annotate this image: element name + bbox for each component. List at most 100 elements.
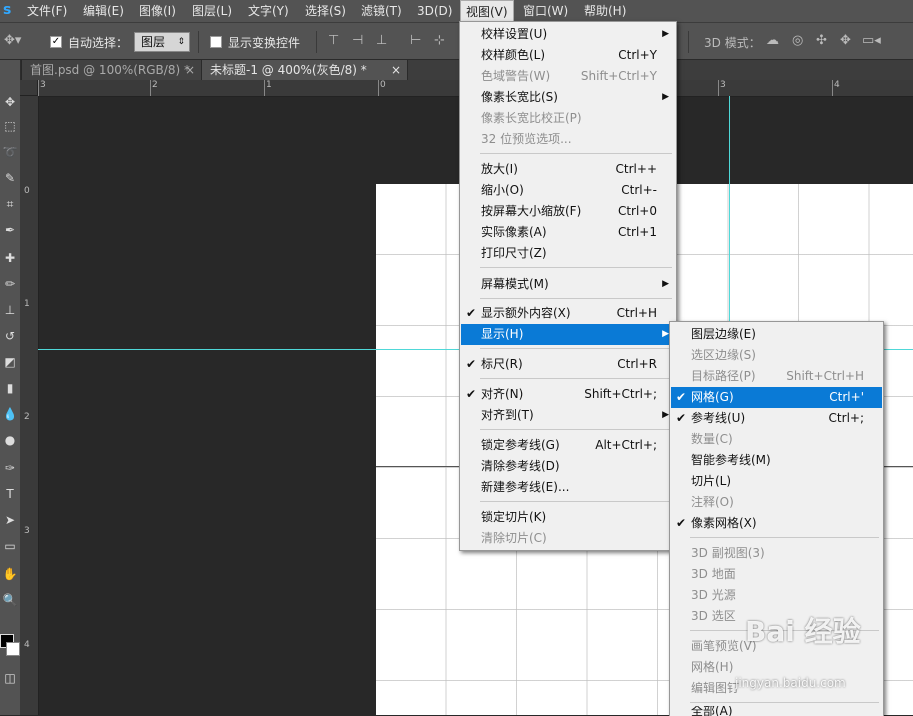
type-tool-icon[interactable]: T (2, 486, 18, 502)
quick-select-tool-icon[interactable]: ✎ (2, 170, 18, 186)
menu-item-screen-mode[interactable]: 屏幕模式(M) ▶ (461, 274, 675, 295)
submenu-item-guides[interactable]: ✔ 参考线(U) Ctrl+; (671, 408, 882, 429)
brush-tool-icon[interactable]: ✏ (2, 276, 18, 292)
menu-select[interactable]: 选择(S) (300, 0, 351, 22)
options-bar: ✥▾ ✓ 自动选择： 图层 ⇕ 显示变换控件 ⊤ ⊣ ⊥ ⊢ ⊹ 3D 模式： … (0, 22, 913, 60)
menu-item-proof-setup[interactable]: 校样设置(U) ▶ (461, 24, 675, 45)
menu-item-lock-slices[interactable]: 锁定切片(K) (461, 507, 675, 528)
item-shortcut: Alt+Ctrl+; (595, 438, 657, 452)
dodge-tool-icon[interactable]: ● (2, 432, 18, 448)
menu-item-show[interactable]: 显示(H) ▶ (461, 324, 675, 345)
close-icon[interactable]: × (391, 60, 401, 80)
menu-edit[interactable]: 编辑(E) (78, 0, 129, 22)
gradient-tool-icon[interactable]: ▮ (2, 380, 18, 396)
menu-item-print-size[interactable]: 打印尺寸(Z) (461, 243, 675, 264)
item-label: 编辑图钉 (691, 681, 740, 695)
healing-tool-icon[interactable]: ✚ (2, 250, 18, 266)
auto-select-checkbox[interactable]: ✓ (50, 36, 62, 48)
align-hcenter-icon[interactable]: ⊹ (434, 33, 445, 48)
menu-item-pixel-aspect-ratio[interactable]: 像素长宽比(S) ▶ (461, 87, 675, 108)
3d-roll-icon[interactable]: ◎ (792, 33, 803, 48)
item-label: 色域警告(W) (481, 69, 551, 83)
menu-file[interactable]: 文件(F) (22, 0, 72, 22)
menu-separator (480, 298, 672, 299)
item-label: 锁定切片(K) (481, 510, 547, 524)
menu-item-snap[interactable]: ✔ 对齐(N) Shift+Ctrl+; (461, 384, 675, 405)
item-label: 锁定参考线(G) (481, 438, 560, 452)
path-select-tool-icon[interactable]: ➤ (2, 512, 18, 528)
zoom-tool-icon[interactable]: 🔍 (2, 592, 18, 608)
layer-select-value: 图层 (141, 35, 166, 49)
move-tool-icon[interactable]: ✥ (2, 94, 18, 110)
tab-homepage-psd[interactable]: 首图.psd @ 100%(RGB/8) * × (22, 60, 202, 80)
ruler-label: 3 (24, 526, 30, 536)
eraser-tool-icon[interactable]: ◩ (2, 354, 18, 370)
menu-view[interactable]: 视图(V) (460, 0, 514, 22)
lasso-tool-icon[interactable]: ➰ (2, 144, 18, 160)
marquee-tool-icon[interactable]: ⬚ (2, 118, 18, 134)
menu-item-pixel-aspect-correction: 像素长宽比校正(P) (461, 108, 675, 129)
menu-item-lock-guides[interactable]: 锁定参考线(G) Alt+Ctrl+; (461, 435, 675, 456)
align-bottom-icon[interactable]: ⊥ (376, 33, 387, 48)
tab-untitled-1[interactable]: 未标题-1 @ 400%(灰色/8) * × (202, 60, 408, 80)
menu-item-snap-to[interactable]: 对齐到(T) ▶ (461, 405, 675, 426)
shape-tool-icon[interactable]: ▭ (2, 538, 18, 554)
item-label: 目标路径(P) (691, 369, 756, 383)
menu-help[interactable]: 帮助(H) (579, 0, 631, 22)
menu-3d[interactable]: 3D(D) (412, 0, 457, 22)
align-left-icon[interactable]: ⊢ (410, 33, 421, 48)
history-brush-icon[interactable]: ↺ (2, 328, 18, 344)
ruler-label: 0 (380, 80, 386, 90)
stamp-tool-icon[interactable]: ⊥ (2, 302, 18, 318)
3d-pan-icon[interactable]: ✣ (816, 33, 827, 48)
close-icon[interactable]: × (185, 60, 195, 80)
item-shortcut: Shift+Ctrl+; (584, 387, 657, 401)
menu-separator (480, 348, 672, 349)
menu-separator (480, 378, 672, 379)
menu-item-extras[interactable]: ✔ 显示额外内容(X) Ctrl+H (461, 303, 675, 324)
checkmark-icon: ✔ (466, 306, 477, 320)
move-tool-icon[interactable]: ✥▾ (4, 33, 21, 48)
submenu-item-smart-guides[interactable]: 智能参考线(M) (671, 450, 882, 471)
menu-item-zoom-in[interactable]: 放大(I) Ctrl++ (461, 159, 675, 180)
item-shortcut: Shift+Ctrl+Y (580, 69, 657, 83)
show-transform-checkbox[interactable] (210, 36, 222, 48)
baidu-watermark-logo: Bai 经验 (745, 615, 861, 648)
menu-item-proof-colors[interactable]: 校样颜色(L) Ctrl+Y (461, 45, 675, 66)
menu-item-zoom-out[interactable]: 缩小(O) Ctrl+- (461, 180, 675, 201)
background-color-swatch[interactable] (6, 642, 20, 656)
align-top-icon[interactable]: ⊤ (328, 33, 339, 48)
crop-tool-icon[interactable]: ⌗ (2, 196, 18, 212)
ruler-label: 4 (24, 640, 30, 650)
submenu-item-pixel-grid[interactable]: ✔ 像素网格(X) (671, 513, 882, 534)
menu-layer[interactable]: 图层(L) (187, 0, 237, 22)
hand-tool-icon[interactable]: ✋ (2, 566, 18, 582)
menu-item-fit-on-screen[interactable]: 按屏幕大小缩放(F) Ctrl+0 (461, 201, 675, 222)
eyedropper-tool-icon[interactable]: ✒ (2, 222, 18, 238)
pen-tool-icon[interactable]: ✑ (2, 460, 18, 476)
menu-image[interactable]: 图像(I) (134, 0, 181, 22)
menu-item-rulers[interactable]: ✔ 标尺(R) Ctrl+R (461, 354, 675, 375)
submenu-item-grid[interactable]: ✔ 网格(G) Ctrl+' (671, 387, 882, 408)
menu-window[interactable]: 窗口(W) (518, 0, 573, 22)
updown-icon: ⇕ (177, 37, 185, 47)
mode-3d-label: 3D 模式： (704, 36, 761, 50)
3d-scale-icon[interactable]: ▭◂ (862, 33, 881, 48)
menu-item-actual-pixels[interactable]: 实际像素(A) Ctrl+1 (461, 222, 675, 243)
ruler-origin[interactable] (20, 80, 38, 96)
3d-slide-icon[interactable]: ✥ (840, 33, 851, 48)
menu-item-new-guide[interactable]: 新建参考线(E)... (461, 477, 675, 498)
ruler-tick (150, 80, 151, 96)
ruler-label: 3 (720, 80, 726, 90)
quick-mask-icon[interactable]: ◫ (2, 670, 18, 686)
vertical-ruler[interactable]: 0 1 2 3 4 (20, 96, 39, 715)
menu-filter[interactable]: 滤镜(T) (356, 0, 407, 22)
layer-select-dropdown[interactable]: 图层 ⇕ (134, 32, 190, 52)
blur-tool-icon[interactable]: 💧 (2, 406, 18, 422)
menu-item-clear-guides[interactable]: 清除参考线(D) (461, 456, 675, 477)
3d-rotate-icon[interactable]: ☁ (766, 33, 779, 48)
submenu-item-layer-edges[interactable]: 图层边缘(E) (671, 324, 882, 345)
align-vcenter-icon[interactable]: ⊣ (352, 33, 363, 48)
menu-type[interactable]: 文字(Y) (243, 0, 294, 22)
submenu-item-slices[interactable]: 切片(L) (671, 471, 882, 492)
